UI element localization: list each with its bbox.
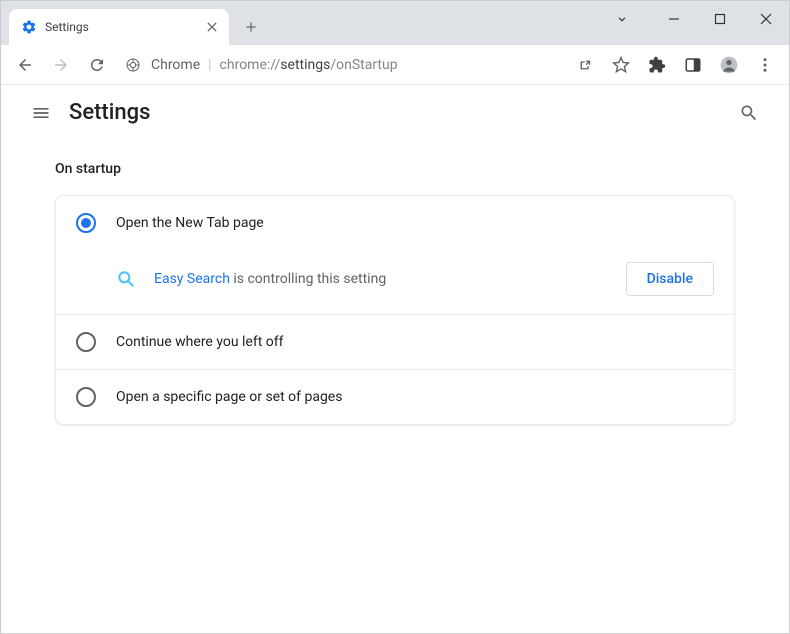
profile-icon[interactable] [713,49,745,81]
disable-button[interactable]: Disable [626,262,714,296]
minimize-button[interactable] [651,1,697,37]
side-panel-icon[interactable] [677,49,709,81]
site-info-icon[interactable] [125,57,141,73]
url-security-label: Chrome [151,57,200,73]
url-text: chrome://settings/onStartup [220,57,398,73]
page-header: Settings [1,85,789,141]
new-tab-button[interactable] [237,13,265,41]
extension-search-icon [116,269,136,289]
search-icon[interactable] [729,93,769,133]
url-separator: | [208,57,211,73]
tab-title: Settings [45,20,199,34]
option-label: Continue where you left off [116,334,284,350]
close-window-button[interactable] [743,1,789,37]
option-label: Open a specific page or set of pages [116,389,342,405]
option-new-tab[interactable]: Open the New Tab page [56,196,734,250]
caret-down-icon[interactable] [599,1,645,37]
reload-button[interactable] [81,49,113,81]
bookmark-icon[interactable] [605,49,637,81]
kebab-menu-icon[interactable] [749,49,781,81]
browser-tab[interactable]: Settings [9,9,229,45]
close-tab-icon[interactable] [207,22,217,32]
section-title: On startup [55,161,735,177]
radio-button[interactable] [76,332,96,352]
option-label: Open the New Tab page [116,215,264,231]
extensions-icon[interactable] [641,49,673,81]
maximize-button[interactable] [697,1,743,37]
option-specific-pages[interactable]: Open a specific page or set of pages [56,370,734,424]
page-title: Settings [69,100,150,125]
toolbar: Chrome | chrome://settings/onStartup [1,45,789,85]
option-continue[interactable]: Continue where you left off [56,315,734,369]
extension-notice-text: Easy Search is controlling this setting [154,271,626,287]
back-button[interactable] [9,49,41,81]
radio-button[interactable] [76,213,96,233]
extension-control-notice: Easy Search is controlling this setting … [56,250,734,314]
forward-button[interactable] [45,49,77,81]
share-icon[interactable] [569,49,601,81]
hamburger-menu-icon[interactable] [21,93,61,133]
extension-name-link[interactable]: Easy Search [154,271,230,287]
address-bar[interactable]: Chrome | chrome://settings/onStartup [125,50,557,80]
radio-button[interactable] [76,387,96,407]
startup-options-card: Open the New Tab page Easy Search is con… [55,195,735,425]
settings-gear-icon [21,19,37,35]
